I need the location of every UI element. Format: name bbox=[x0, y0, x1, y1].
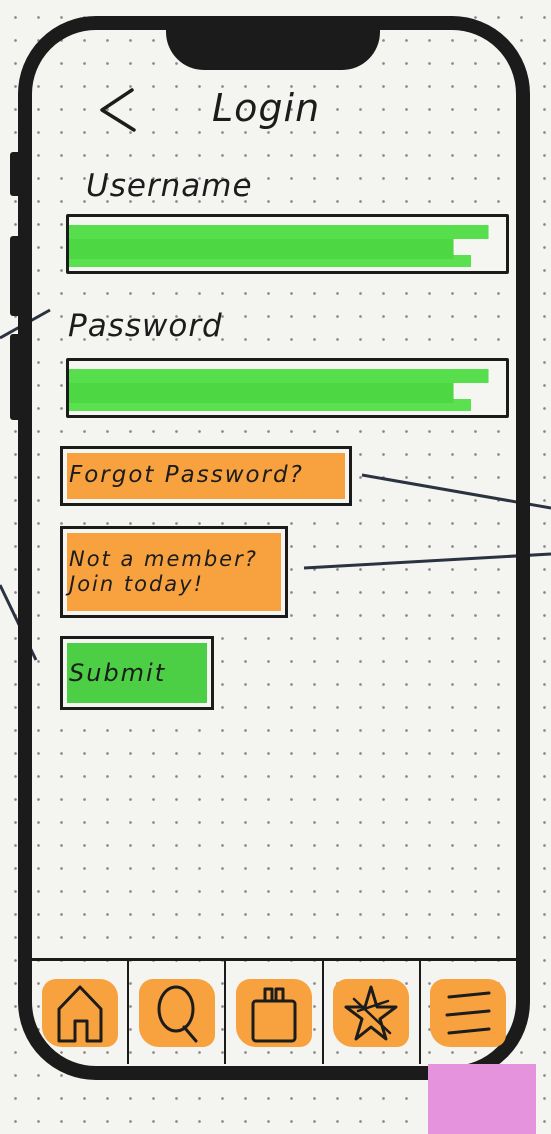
home-icon bbox=[57, 985, 103, 1042]
password-input[interactable] bbox=[66, 358, 509, 418]
username-label: Username bbox=[86, 168, 253, 204]
submit-label: Submit bbox=[69, 658, 167, 687]
nav-item-favorites[interactable] bbox=[324, 961, 421, 1064]
forgot-password-label: Forgot Password? bbox=[69, 462, 304, 489]
forgot-password-button[interactable]: Forgot Password? bbox=[60, 446, 352, 506]
back-button[interactable] bbox=[92, 84, 144, 136]
chevron-left-icon bbox=[100, 88, 136, 132]
bag-icon bbox=[251, 987, 297, 1042]
nav-item-search[interactable] bbox=[129, 961, 227, 1064]
nav-item-menu[interactable] bbox=[421, 961, 516, 1064]
join-today-button[interactable]: Not a member? Join today! bbox=[60, 526, 288, 618]
username-input[interactable] bbox=[66, 214, 509, 274]
join-label-line2: Join today! bbox=[69, 572, 204, 596]
menu-icon bbox=[445, 991, 491, 1034]
search-icon bbox=[157, 985, 198, 1042]
nav-item-bag[interactable] bbox=[226, 961, 324, 1064]
phone-notch bbox=[166, 16, 380, 70]
join-label-line1: Not a member? bbox=[69, 546, 258, 571]
bottom-nav bbox=[32, 958, 516, 1064]
nav-item-home[interactable] bbox=[32, 961, 130, 1064]
page-title: Login bbox=[212, 86, 321, 130]
password-label: Password bbox=[68, 308, 223, 344]
submit-button[interactable]: Submit bbox=[60, 636, 214, 710]
sticky-note bbox=[428, 1064, 536, 1134]
star-icon bbox=[344, 985, 398, 1040]
